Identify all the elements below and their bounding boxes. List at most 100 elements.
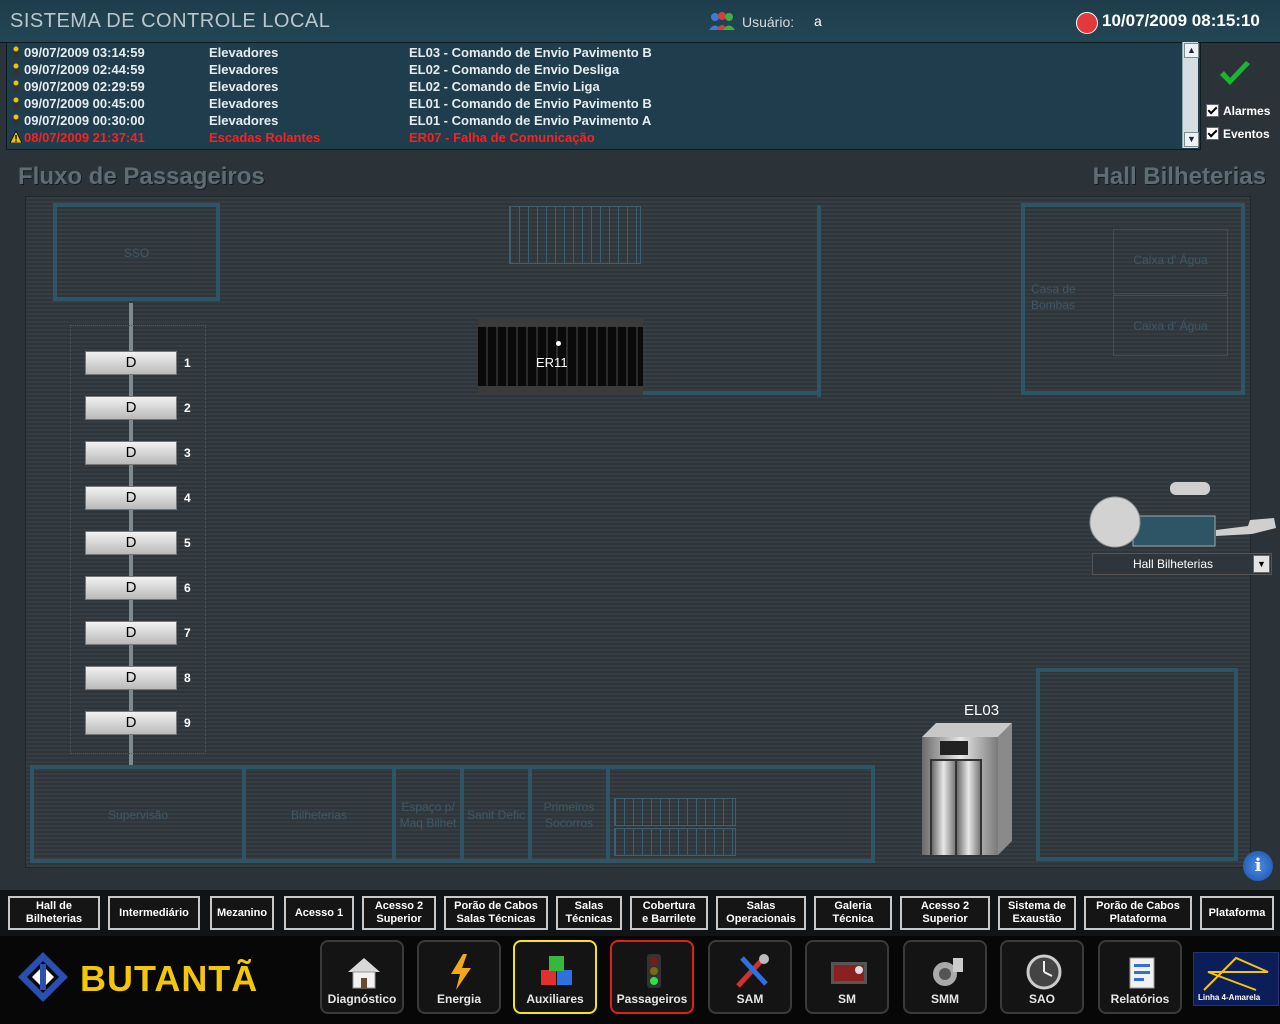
event-row[interactable]: 09/07/2009 00:30:00 Elevadores EL01 - Co… [7, 112, 1177, 129]
room-primeiros-socorros: Primeiros Socorros [528, 765, 610, 863]
nav-relatorios-button[interactable]: Relatórios [1098, 940, 1182, 1014]
line4-label: Linha 4-Amarela [1198, 993, 1261, 1002]
escalator-label: ER11 [536, 355, 568, 370]
room-label: SSO [123, 246, 150, 260]
event-person-icon [13, 46, 19, 58]
report-icon [1129, 957, 1155, 989]
turnstile[interactable]: D [85, 711, 177, 735]
event-person-icon [13, 114, 19, 126]
nav-smm-button[interactable]: SMM [903, 940, 987, 1014]
elevator-label: EL03 [964, 702, 1000, 719]
users-icon [709, 12, 735, 30]
nav-sm-button[interactable]: SM [805, 940, 889, 1014]
nav-diagnostico-button[interactable]: Diagnóstico [320, 940, 404, 1014]
nav-passageiros-button[interactable]: Passageiros [610, 940, 694, 1014]
event-row[interactable]: 09/07/2009 00:45:00 Elevadores EL01 - Co… [7, 95, 1177, 112]
nav-energia-button[interactable]: Energia [417, 940, 501, 1014]
area-tab-acesso-1[interactable]: Acesso 1 [284, 896, 354, 930]
turnstile[interactable]: D [85, 666, 177, 690]
area-tab-salas-tecnicas[interactable]: Salas Técnicas [556, 896, 622, 930]
nav-label: SAO [1028, 992, 1055, 1006]
event-message: EL02 - Comando de Envio Liga [409, 79, 600, 94]
room-sso: SSO [53, 203, 220, 301]
scroll-up-icon[interactable]: ▲ [1184, 43, 1199, 58]
area-tab-salas-operacionais[interactable]: Salas Operacionais [716, 896, 806, 930]
room-label: Supervisão [107, 808, 169, 822]
camera-select[interactable]: Hall Bilheterias ▼ [1092, 553, 1272, 575]
monitor-icon [831, 962, 867, 984]
area-tab-porao-cabos-plataforma[interactable]: Porão de Cabos Plataforma [1084, 896, 1192, 930]
camera-icon[interactable] [1088, 480, 1278, 550]
title-bar: SISTEMA DE CONTROLE LOCAL Usuário: a 10/… [0, 0, 1280, 43]
area-title: Hall Bilheterias [1092, 163, 1266, 190]
event-row[interactable]: 09/07/2009 02:29:59 Elevadores EL02 - Co… [7, 78, 1177, 95]
event-time: 09/07/2009 00:30:00 [24, 113, 145, 128]
event-row[interactable]: 09/07/2009 03:14:59 Elevadores EL03 - Co… [7, 44, 1177, 61]
elevator-el03-icon[interactable] [922, 723, 1012, 855]
checkbox-check-icon[interactable] [1206, 127, 1219, 140]
area-tab-hall-bilheterias[interactable]: Hall de Bilheterias [8, 896, 100, 930]
turnstile[interactable]: D [85, 621, 177, 645]
escalator-er11[interactable]: ER11 [478, 319, 643, 394]
event-time: 09/07/2009 03:14:59 [24, 45, 145, 60]
area-tab-acesso-2-superior-b[interactable]: Acesso 2 Superior [900, 896, 990, 930]
event-row[interactable]: 09/07/2009 02:44:59 Elevadores EL02 - Co… [7, 61, 1177, 78]
nav-label: SAM [736, 992, 764, 1006]
cubes-icon [541, 956, 572, 985]
datetime: 10/07/2009 08:15:10 [1102, 11, 1260, 30]
alarm-siren-icon[interactable] [1076, 12, 1098, 34]
house-icon [348, 958, 380, 989]
chevron-down-icon[interactable]: ▼ [1253, 555, 1270, 573]
alarms-checkbox[interactable]: Alarmes [1206, 104, 1270, 118]
room-supervisao: Supervisão [30, 765, 246, 863]
nav-sam-button[interactable]: SAM [708, 940, 792, 1014]
turnstile[interactable]: D [85, 576, 177, 600]
turnstile[interactable]: D [85, 486, 177, 510]
event-person-icon [13, 63, 19, 75]
floor-grate [614, 798, 736, 826]
checkbox-check-icon[interactable] [1206, 104, 1219, 117]
tools-icon [736, 954, 769, 988]
turnstile[interactable]: D [85, 351, 177, 375]
area-tab-acesso-2-superior[interactable]: Acesso 2 Superior [362, 896, 436, 930]
acknowledge-check-icon[interactable] [1218, 60, 1252, 88]
room-label: Casa de Bombas [1031, 282, 1076, 312]
event-log-scrollbar[interactable]: ▲ ▼ [1182, 42, 1199, 148]
event-system: Elevadores [209, 113, 279, 128]
speaker-icon [933, 958, 963, 986]
area-tab-plataforma[interactable]: Plataforma [1200, 896, 1274, 930]
room-bilheterias: Bilheterias [242, 765, 396, 863]
room-right-bottom [1036, 668, 1238, 861]
turnstile-number: 8 [184, 671, 191, 685]
room-sanit-defic: Sanit Defic [460, 765, 532, 863]
nav-label: Diagnóstico [327, 992, 397, 1006]
area-tab-sistema-exaustao[interactable]: Sistema de Exaustão [998, 896, 1076, 930]
area-tab-cobertura[interactable]: Cobertura e Barrilete [630, 896, 708, 930]
area-tab-porao-cabos-salas[interactable]: Porão de Cabos Salas Técnicas [444, 896, 548, 930]
area-tab-intermediario[interactable]: Intermediário [108, 896, 200, 930]
nav-sao-button[interactable]: SAO [1000, 940, 1084, 1014]
event-system: Elevadores [209, 96, 279, 111]
event-log[interactable]: 09/07/2009 03:14:59 Elevadores EL03 - Co… [6, 42, 1201, 150]
events-checkbox[interactable]: Eventos [1206, 127, 1270, 141]
nav-label: Relatórios [1110, 992, 1170, 1006]
scroll-down-icon[interactable]: ▼ [1184, 132, 1199, 147]
nav-label: Energia [436, 992, 481, 1006]
nav-auxiliares-button[interactable]: Auxiliares [513, 940, 597, 1014]
area-tab-mezanino[interactable]: Mezanino [210, 896, 274, 930]
turnstile-number: 7 [184, 626, 191, 640]
turnstile[interactable]: D [85, 441, 177, 465]
turnstile[interactable]: D [85, 531, 177, 555]
lightning-icon [451, 954, 471, 990]
event-message: EL01 - Comando de Envio Pavimento A [409, 113, 652, 128]
metro-logo-icon [18, 952, 68, 1002]
room-label: Sanit Defic [466, 808, 526, 822]
turnstile[interactable]: D [85, 396, 177, 420]
info-icon[interactable]: i [1243, 851, 1273, 881]
alarm-row[interactable]: 08/07/2009 21:37:41 Escadas Rolantes ER0… [7, 129, 1177, 146]
turnstile-number: 9 [184, 716, 191, 730]
area-tab-galeria-tecnica[interactable]: Galeria Técnica [814, 896, 892, 930]
wall [817, 205, 821, 397]
events-label: Eventos [1223, 127, 1270, 141]
turnstile-number: 4 [184, 491, 191, 505]
